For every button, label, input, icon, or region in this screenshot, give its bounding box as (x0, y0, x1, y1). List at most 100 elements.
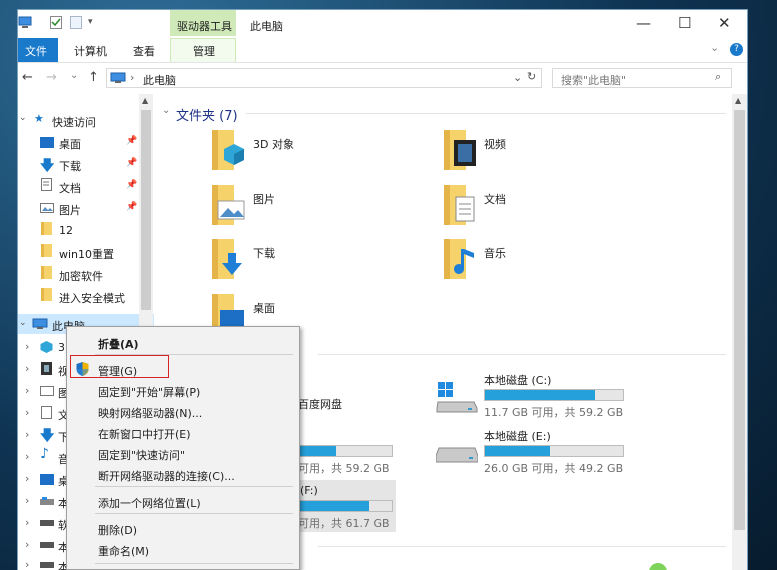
menu-item-collapse[interactable]: 折叠(A) (98, 336, 139, 352)
folder-documents[interactable]: 文档 (484, 191, 506, 207)
folder-icon (41, 288, 52, 301)
expand-arrow-icon[interactable]: › (25, 558, 29, 570)
folder-videos[interactable]: 视频 (484, 136, 506, 152)
menu-item-map-drive[interactable]: 映射网络驱动器(N)... (98, 405, 202, 421)
minimize-button[interactable]: — (636, 14, 651, 32)
drive-c-info: 11.7 GB 可用，共 59.2 GB (484, 406, 624, 419)
nav-item-encryption-software[interactable]: 加密软件 (59, 268, 103, 284)
drive-c-name[interactable]: 本地磁盘 (C:) (484, 372, 551, 388)
documents-icon (41, 406, 52, 419)
expand-arrow-icon[interactable]: › (25, 494, 29, 507)
videos-folder-icon (444, 130, 476, 170)
group-divider (246, 113, 726, 114)
partial-drive-usage-bar (298, 445, 393, 457)
nav-item-partial[interactable]: 3 (58, 341, 65, 354)
expand-arrow-icon[interactable]: ⌄ (19, 318, 27, 328)
manage-highlight-box (70, 355, 169, 378)
menu-item-add-network-location[interactable]: 添加一个网络位置(L) (98, 495, 201, 511)
nav-item-pictures[interactable]: 图片 (59, 202, 81, 218)
nav-quick-access[interactable]: 快速访问 (52, 114, 96, 130)
address-dropdown-icon[interactable]: ⌄ (513, 71, 522, 84)
pin-icon: 📌 (126, 136, 138, 146)
path-segment[interactable]: 此电脑 (143, 72, 176, 88)
folder-icon (41, 244, 52, 257)
expand-arrow-icon[interactable]: › (25, 362, 29, 375)
menu-item-rename[interactable]: 重命名(M) (98, 543, 149, 559)
nav-item-win10-reset[interactable]: win10重置 (59, 246, 114, 262)
collapse-group-icon[interactable]: ⌄ (162, 105, 170, 116)
drive-icon (40, 562, 54, 568)
music-folder-icon (444, 239, 474, 279)
path-separator-icon: › (130, 71, 135, 84)
nav-item-safe-mode[interactable]: 进入安全模式 (59, 290, 125, 306)
expand-arrow-icon[interactable]: › (25, 406, 29, 419)
drive-f-label[interactable]: (F:) (300, 484, 318, 497)
desktop-icon (40, 474, 54, 485)
scroll-up-icon[interactable]: ▲ (142, 96, 148, 105)
group-divider (318, 354, 726, 355)
menu-item-open-new-window[interactable]: 在新窗口中打开(E) (98, 426, 191, 442)
search-input[interactable]: 搜索"此电脑" ⌕ (552, 68, 732, 88)
documents-icon (41, 178, 52, 191)
drive-c-usage-fill (485, 390, 596, 400)
ribbon-expand-icon[interactable]: ⌄ (710, 41, 719, 54)
drive-f-usage-bar (298, 500, 393, 512)
3d-objects-folder-icon (212, 130, 244, 170)
back-button[interactable]: ← (22, 70, 33, 85)
expand-arrow-icon[interactable]: › (25, 428, 29, 441)
forward-button[interactable]: → (46, 70, 57, 85)
tab-file[interactable]: 文件 (18, 38, 58, 62)
folder-icon (41, 266, 52, 279)
help-icon[interactable]: ? (730, 43, 743, 56)
properties-icon[interactable] (50, 16, 62, 29)
folders-group-header[interactable]: 文件夹 (7) (176, 105, 238, 124)
desktop-icon (40, 137, 54, 148)
tab-file-label: 文件 (25, 45, 47, 58)
partial-drive-label[interactable]: 百度网盘 (298, 396, 342, 412)
recent-locations-button[interactable]: ⌄ (70, 70, 78, 81)
content-scrollbar-thumb[interactable] (734, 110, 745, 530)
new-folder-icon[interactable] (70, 16, 82, 29)
nav-scrollbar-thumb[interactable] (141, 110, 151, 310)
folder-desktop[interactable]: 桌面 (253, 300, 275, 316)
folder-downloads[interactable]: 下载 (253, 245, 275, 261)
nav-item-downloads[interactable]: 下载 (59, 158, 81, 174)
scroll-up-icon[interactable]: ▲ (735, 96, 741, 105)
refresh-icon[interactable]: ↻ (527, 70, 536, 83)
expand-arrow-icon[interactable]: › (25, 450, 29, 463)
ribbon-tabs (18, 38, 747, 63)
expand-arrow-icon[interactable]: ⌄ (19, 113, 27, 123)
drive-f-info: 可用，共 61.7 GB (298, 517, 390, 530)
menu-item-disconnect-drive[interactable]: 断开网络驱动器的连接(C)... (98, 468, 235, 484)
tab-manage[interactable]: 管理 (170, 38, 236, 62)
maximize-button[interactable]: ☐ (678, 14, 691, 32)
nav-item-12[interactable]: 12 (59, 224, 73, 237)
3d-objects-icon (40, 341, 53, 353)
expand-arrow-icon[interactable]: › (25, 340, 29, 353)
tab-view[interactable]: 查看 (133, 43, 155, 59)
expand-arrow-icon[interactable]: › (25, 384, 29, 397)
expand-arrow-icon[interactable]: › (25, 472, 29, 485)
folder-3d-objects[interactable]: 3D 对象 (253, 136, 294, 152)
expand-arrow-icon[interactable]: › (25, 538, 29, 551)
nav-item-desktop[interactable]: 桌面 (59, 136, 81, 152)
close-button[interactable]: ✕ (718, 14, 731, 32)
menu-item-pin-start[interactable]: 固定到"开始"屏幕(P) (98, 384, 200, 400)
title-bar: ▾ 驱动器工具 此电脑 — ☐ ✕ (18, 10, 747, 38)
address-bar[interactable]: › 此电脑 ⌄ ↻ (106, 68, 542, 88)
partial-drive-usage-fill (299, 446, 337, 456)
drive-icon (40, 542, 54, 548)
menu-item-pin-quick-access[interactable]: 固定到"快速访问" (98, 447, 185, 463)
nav-item-documents[interactable]: 文档 (59, 180, 81, 196)
computer-icon (32, 318, 48, 329)
menu-item-delete[interactable]: 删除(D) (98, 522, 137, 538)
qat-dropdown-icon[interactable]: ▾ (88, 17, 93, 27)
drive-e-name[interactable]: 本地磁盘 (E:) (484, 428, 551, 444)
folder-music[interactable]: 音乐 (484, 245, 506, 261)
expand-arrow-icon[interactable]: › (25, 516, 29, 529)
up-button[interactable]: ↑ (88, 70, 99, 85)
folder-pictures[interactable]: 图片 (253, 191, 275, 207)
tab-computer[interactable]: 计算机 (74, 43, 107, 59)
pictures-icon (40, 203, 54, 213)
drive-f-usage-fill (299, 501, 369, 511)
